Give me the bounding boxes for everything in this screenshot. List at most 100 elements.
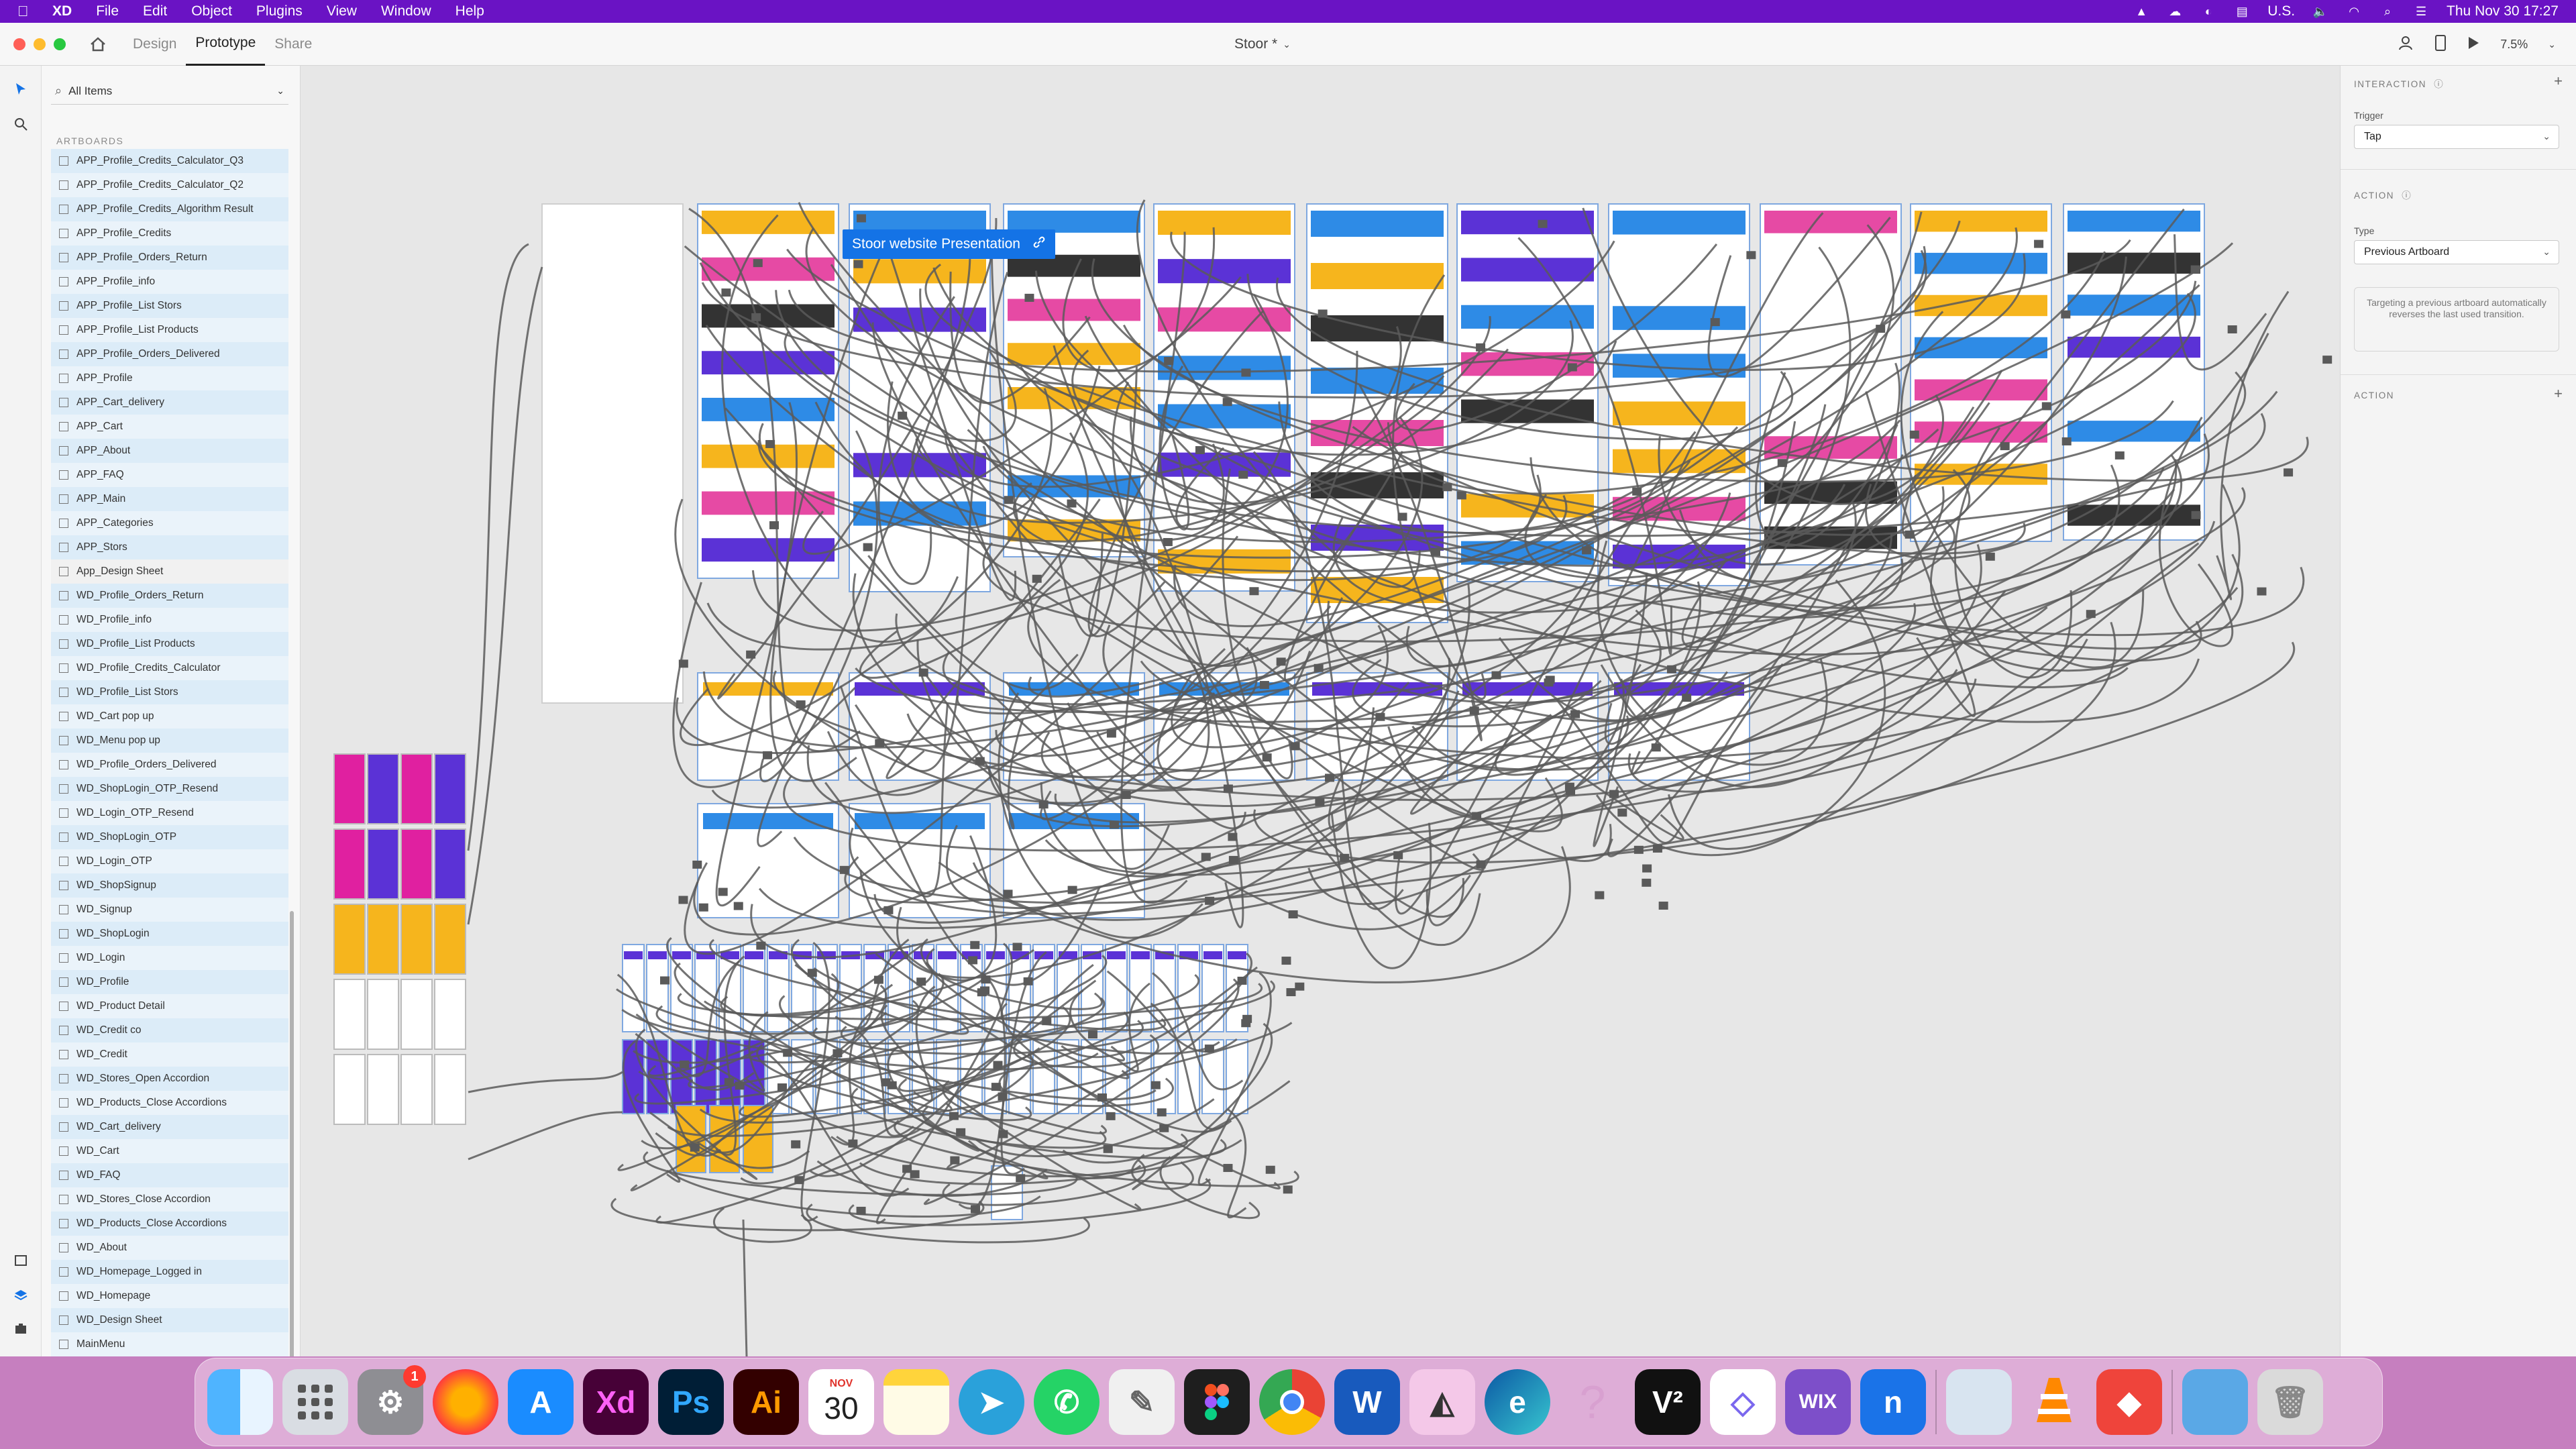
wire-handle[interactable] bbox=[1904, 530, 1915, 539]
artboard-item[interactable]: WD_Credit bbox=[51, 1042, 288, 1067]
wire-handle[interactable] bbox=[1642, 864, 1652, 873]
sync-icon[interactable]: ◐ bbox=[2200, 5, 2216, 18]
spotlight-icon[interactable]: ⌕ bbox=[2379, 5, 2396, 18]
wire-handle[interactable] bbox=[1222, 398, 1232, 407]
wire-handle[interactable] bbox=[1456, 491, 1466, 500]
app-artboard[interactable] bbox=[367, 979, 399, 1050]
wire-handle[interactable] bbox=[1658, 902, 1668, 910]
artboard-content[interactable] bbox=[2068, 252, 2200, 274]
artboard-item[interactable]: WD_Login_OTP bbox=[51, 849, 288, 873]
wire-handle[interactable] bbox=[848, 1139, 858, 1148]
wire-handle[interactable] bbox=[977, 988, 987, 997]
select-tool-icon[interactable] bbox=[11, 79, 31, 99]
artboard-content[interactable] bbox=[745, 951, 763, 959]
artboard-content[interactable] bbox=[855, 813, 985, 829]
wire-handle[interactable] bbox=[2086, 610, 2096, 619]
wire-handle[interactable] bbox=[660, 976, 670, 985]
wire-handle[interactable] bbox=[1985, 552, 1995, 561]
close-window-button[interactable] bbox=[13, 38, 25, 50]
wire-handle[interactable] bbox=[1241, 368, 1251, 377]
wire-handle[interactable] bbox=[2322, 356, 2332, 364]
zoom-level[interactable]: 7.5% bbox=[2500, 38, 2528, 52]
artboard-item[interactable]: WD_Products_Close Accordions bbox=[51, 1091, 288, 1115]
wire-handle[interactable] bbox=[1777, 459, 1787, 468]
menu-view[interactable]: View bbox=[315, 3, 369, 19]
wire-handle[interactable] bbox=[756, 941, 766, 950]
plugins-icon[interactable] bbox=[11, 1319, 31, 1339]
app-store-icon[interactable]: A bbox=[508, 1369, 574, 1435]
wire-handle[interactable] bbox=[1431, 547, 1441, 556]
wire-handle[interactable] bbox=[1038, 800, 1049, 809]
wire-handle[interactable] bbox=[1876, 325, 1886, 333]
wire-handle[interactable] bbox=[1228, 855, 1238, 864]
wire-handle[interactable] bbox=[1283, 1185, 1293, 1194]
wire-handle[interactable] bbox=[2034, 239, 2044, 248]
script-editor-icon[interactable]: ✎ bbox=[1109, 1369, 1175, 1435]
artboard-content[interactable] bbox=[2068, 378, 2200, 400]
wire-handle[interactable] bbox=[1121, 791, 1131, 800]
wire-handle[interactable] bbox=[1909, 430, 1919, 439]
wire-handle[interactable] bbox=[1241, 1019, 1251, 1028]
wire-handle[interactable] bbox=[1012, 943, 1022, 951]
app-artboard[interactable] bbox=[434, 904, 466, 975]
info-icon[interactable]: ⓘ bbox=[2402, 191, 2412, 201]
artboard-content[interactable] bbox=[1461, 258, 1594, 282]
app-artboard[interactable] bbox=[367, 904, 399, 975]
prototype-wire[interactable] bbox=[894, 1120, 1299, 1187]
wire-handle[interactable] bbox=[902, 1165, 912, 1173]
filter-chevron-icon[interactable]: ⌄ bbox=[276, 85, 284, 97]
wire-handle[interactable] bbox=[1651, 743, 1661, 752]
artboard-item[interactable]: APP_Profile_Credits bbox=[51, 221, 288, 246]
artboard-content[interactable] bbox=[2068, 421, 2200, 442]
wire-handle[interactable] bbox=[2061, 437, 2072, 445]
wire-handle[interactable] bbox=[1469, 706, 1479, 715]
flow-start-label[interactable]: Stoor website Presentation bbox=[843, 229, 1055, 259]
artboard-item[interactable]: WD_ShopLogin bbox=[51, 922, 288, 946]
artboard-content[interactable] bbox=[702, 398, 835, 421]
tab-share[interactable]: Share bbox=[265, 23, 321, 66]
add-action-icon[interactable]: + bbox=[2554, 385, 2563, 402]
wire-handle[interactable] bbox=[833, 1049, 843, 1058]
wire-handle[interactable] bbox=[2114, 451, 2125, 460]
menu-window[interactable]: Window bbox=[369, 3, 443, 19]
wire-handle[interactable] bbox=[1204, 1044, 1214, 1053]
artboard-item[interactable]: WD_About bbox=[51, 1236, 288, 1260]
wire-handle[interactable] bbox=[1106, 1112, 1116, 1120]
artboard-content[interactable] bbox=[1461, 211, 1594, 235]
wire-handle[interactable] bbox=[970, 1205, 980, 1214]
wire-handle[interactable] bbox=[1295, 982, 1305, 991]
wire-handle[interactable] bbox=[1666, 665, 1676, 674]
wire-handle[interactable] bbox=[1157, 1108, 1167, 1117]
menu-app-xd[interactable]: XD bbox=[36, 3, 84, 19]
prototype-wire[interactable] bbox=[712, 1207, 812, 1243]
artboard-item[interactable]: WD_Profile bbox=[51, 970, 288, 994]
wire-handle[interactable] bbox=[1201, 853, 1211, 861]
wire-handle[interactable] bbox=[1476, 860, 1486, 869]
wire-handle[interactable] bbox=[1472, 812, 1482, 820]
artboard-content[interactable] bbox=[986, 951, 1005, 959]
prototype-wire[interactable] bbox=[922, 1106, 1227, 1159]
calendar-icon[interactable]: NOV 30 bbox=[808, 1369, 874, 1435]
artboard-item[interactable]: WD_Login bbox=[51, 946, 288, 970]
artboard-item[interactable]: WD_Product Detail bbox=[51, 994, 288, 1018]
pencil-app-icon[interactable]: ◭ bbox=[1409, 1369, 1475, 1435]
firefox-icon[interactable] bbox=[433, 1369, 498, 1435]
wire-handle[interactable] bbox=[1003, 890, 1013, 898]
wire-handle[interactable] bbox=[733, 902, 743, 910]
wire-handle[interactable] bbox=[1103, 1144, 1113, 1153]
wire-handle[interactable] bbox=[1290, 742, 1300, 751]
artboard-item[interactable]: WD_FAQ bbox=[51, 1163, 288, 1187]
artboard-content[interactable] bbox=[2068, 504, 2200, 526]
artboard-item[interactable]: WD_Profile_Orders_Return bbox=[51, 584, 288, 608]
wire-handle[interactable] bbox=[1223, 1164, 1233, 1173]
wire-handle[interactable] bbox=[791, 1140, 801, 1148]
wire-handle[interactable] bbox=[1313, 663, 1324, 672]
artboard-item[interactable]: WD_ShopLogin_OTP bbox=[51, 825, 288, 849]
apple-menu-icon[interactable]:  bbox=[17, 3, 36, 20]
app-artboard[interactable] bbox=[434, 828, 466, 900]
artboard-item[interactable]: WD_Signup bbox=[51, 898, 288, 922]
wire-handle[interactable] bbox=[949, 1112, 959, 1120]
wire-handle[interactable] bbox=[1067, 885, 1077, 894]
artboard-item[interactable]: WD_Profile_List Stors bbox=[51, 680, 288, 704]
artboard-content[interactable] bbox=[1461, 399, 1594, 423]
